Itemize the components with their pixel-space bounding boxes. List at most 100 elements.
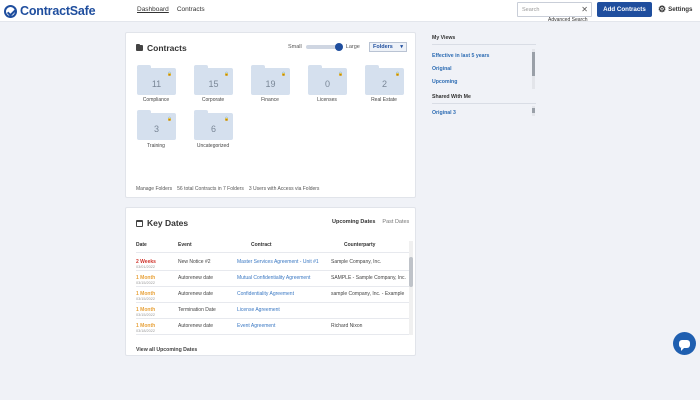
folder-count: 2 — [381, 79, 387, 89]
settings-label: Settings — [668, 5, 693, 13]
view-all-upcoming-link[interactable]: View all Upcoming Dates — [136, 347, 197, 353]
folder-icon — [136, 43, 143, 51]
scrollbar-thumb[interactable] — [532, 108, 535, 113]
top-header: ContractSafe Dashboard Contracts Search … — [0, 0, 700, 23]
scrollbar-thumb[interactable] — [532, 52, 535, 76]
lock-icon: 🔒 — [167, 71, 172, 76]
view-link[interactable]: Effective in last 5 years — [432, 53, 489, 59]
folder-compliance[interactable]: 🔒 11 — [137, 65, 176, 95]
row-contract-link[interactable]: Event Agreement — [237, 323, 275, 329]
view-select-value: Folders — [373, 44, 393, 50]
shared-divider — [432, 103, 536, 104]
folder-uncategorized[interactable]: 🔒 6 — [194, 110, 233, 140]
slider-knob[interactable] — [334, 43, 343, 51]
shared-scrollbar[interactable] — [532, 106, 535, 116]
row-subdate: 03/15/2022 — [136, 313, 156, 317]
key-dates-card: Key Dates Upcoming Dates Past Dates Date… — [125, 207, 416, 356]
folder-training[interactable]: 🔒 3 — [137, 110, 176, 140]
view-select[interactable]: Folders ▾ — [369, 42, 407, 52]
row-event: Termination Date — [178, 307, 216, 313]
row-divider — [136, 318, 412, 319]
my-views-divider — [432, 44, 536, 45]
row-counterparty: Sample Company, Inc. — [331, 259, 382, 265]
contracts-title-text: Contracts — [147, 43, 187, 53]
row-contract-link[interactable]: Master Services Agreement - Unit #1 — [237, 259, 319, 265]
size-large-label: Large — [345, 44, 360, 50]
row-contract-link[interactable]: Confidentiality Agreement — [237, 291, 294, 297]
view-link[interactable]: Upcoming — [432, 79, 457, 85]
col-event[interactable]: Event — [178, 242, 192, 248]
logo[interactable]: ContractSafe — [4, 3, 96, 19]
advanced-search-link[interactable]: Advanced Search — [548, 17, 587, 23]
scrollbar-thumb[interactable] — [409, 257, 413, 287]
row-event: New Notice #2 — [178, 259, 211, 265]
row-contract-link[interactable]: Mutual Confidentiality Agreement — [237, 275, 310, 281]
view-link[interactable]: Original — [432, 66, 452, 72]
chat-button[interactable] — [673, 332, 696, 355]
nav-contracts[interactable]: Contracts — [177, 6, 205, 13]
main-nav: Dashboard Contracts — [137, 6, 205, 13]
lock-icon: 🔒 — [338, 71, 343, 76]
col-date[interactable]: Date — [136, 242, 147, 248]
contracts-card: Contracts Small Large Folders ▾ 🔒 11 Com… — [125, 32, 416, 198]
row-counterparty: Richard Nixon — [331, 323, 363, 329]
folder-count: 19 — [265, 79, 276, 89]
col-counterparty[interactable]: Counterparty — [344, 242, 375, 248]
row-divider — [136, 302, 412, 303]
row-counterparty: SAMPLE - Sample Company, Inc. — [331, 275, 406, 281]
folder-licenses[interactable]: 🔒 0 — [308, 65, 347, 95]
gear-icon: ⚙ — [658, 4, 667, 14]
search-placeholder: Search — [522, 7, 540, 13]
shared-with-me-title: Shared With Me — [432, 94, 471, 100]
folder-label: Licenses — [317, 97, 337, 103]
logo-text: ContractSafe — [20, 4, 96, 18]
calendar-icon — [136, 219, 143, 227]
folder-size-control: Small Large — [288, 43, 360, 51]
row-event: Autorenew date — [178, 323, 214, 329]
folder-label: Training — [147, 143, 165, 149]
settings-button[interactable]: ⚙ Settings — [658, 4, 693, 14]
folder-label: Corporate — [201, 97, 225, 103]
folder-label: Real Estate — [371, 97, 397, 103]
manage-folders-link[interactable]: Manage Folders — [136, 186, 172, 192]
row-subdate: 03/15/2022 — [136, 281, 156, 285]
total-contracts-text: 56 total Contracts in 7 Folders — [177, 186, 244, 192]
lock-icon: 🔒 — [395, 71, 400, 76]
row-event: Autorenew date — [178, 291, 214, 297]
folder-count: 3 — [153, 124, 159, 134]
folder-label: Compliance — [142, 97, 170, 103]
folder-real-estate[interactable]: 🔒 2 — [365, 65, 404, 95]
my-views-scrollbar[interactable] — [532, 49, 535, 89]
nav-dashboard[interactable]: Dashboard — [137, 6, 169, 13]
row-divider — [136, 334, 412, 335]
contracts-footer: Manage Folders 56 total Contracts in 7 F… — [136, 186, 319, 192]
add-contracts-button[interactable]: Add Contracts — [597, 2, 652, 17]
folder-finance[interactable]: 🔒 19 — [251, 65, 290, 95]
chevron-down-icon: ▾ — [400, 44, 403, 50]
clear-search-icon[interactable]: ✕ — [581, 5, 588, 14]
tab-upcoming-dates[interactable]: Upcoming Dates — [332, 219, 375, 225]
key-dates-scrollbar[interactable] — [409, 241, 413, 335]
folder-count: 6 — [210, 124, 216, 134]
key-dates-title-text: Key Dates — [147, 218, 189, 228]
folder-size-slider[interactable] — [305, 43, 343, 51]
col-contract[interactable]: Contract — [251, 242, 272, 248]
row-divider — [136, 286, 412, 287]
folder-count: 11 — [151, 79, 162, 89]
shared-view-link[interactable]: Original 3 — [432, 110, 456, 116]
lock-icon: 🔒 — [167, 116, 172, 121]
users-access-text: 3 Users with Access via Folders — [248, 186, 320, 192]
key-dates-title: Key Dates — [136, 218, 188, 228]
logo-mark-icon — [4, 4, 17, 18]
row-subdate: 03/15/2022 — [136, 297, 156, 301]
row-contract-link[interactable]: License Agreement — [237, 307, 280, 313]
contracts-title: Contracts — [136, 43, 187, 53]
search-input[interactable]: Search ✕ — [517, 2, 592, 17]
folder-count: 0 — [324, 79, 330, 89]
folder-corporate[interactable]: 🔒 15 — [194, 65, 233, 95]
row-subdate: 03/01/2022 — [136, 265, 156, 269]
tab-past-dates[interactable]: Past Dates — [382, 219, 409, 225]
row-divider — [136, 270, 412, 271]
folder-label: Uncategorized — [196, 143, 230, 149]
folder-label: Finance — [261, 97, 279, 103]
